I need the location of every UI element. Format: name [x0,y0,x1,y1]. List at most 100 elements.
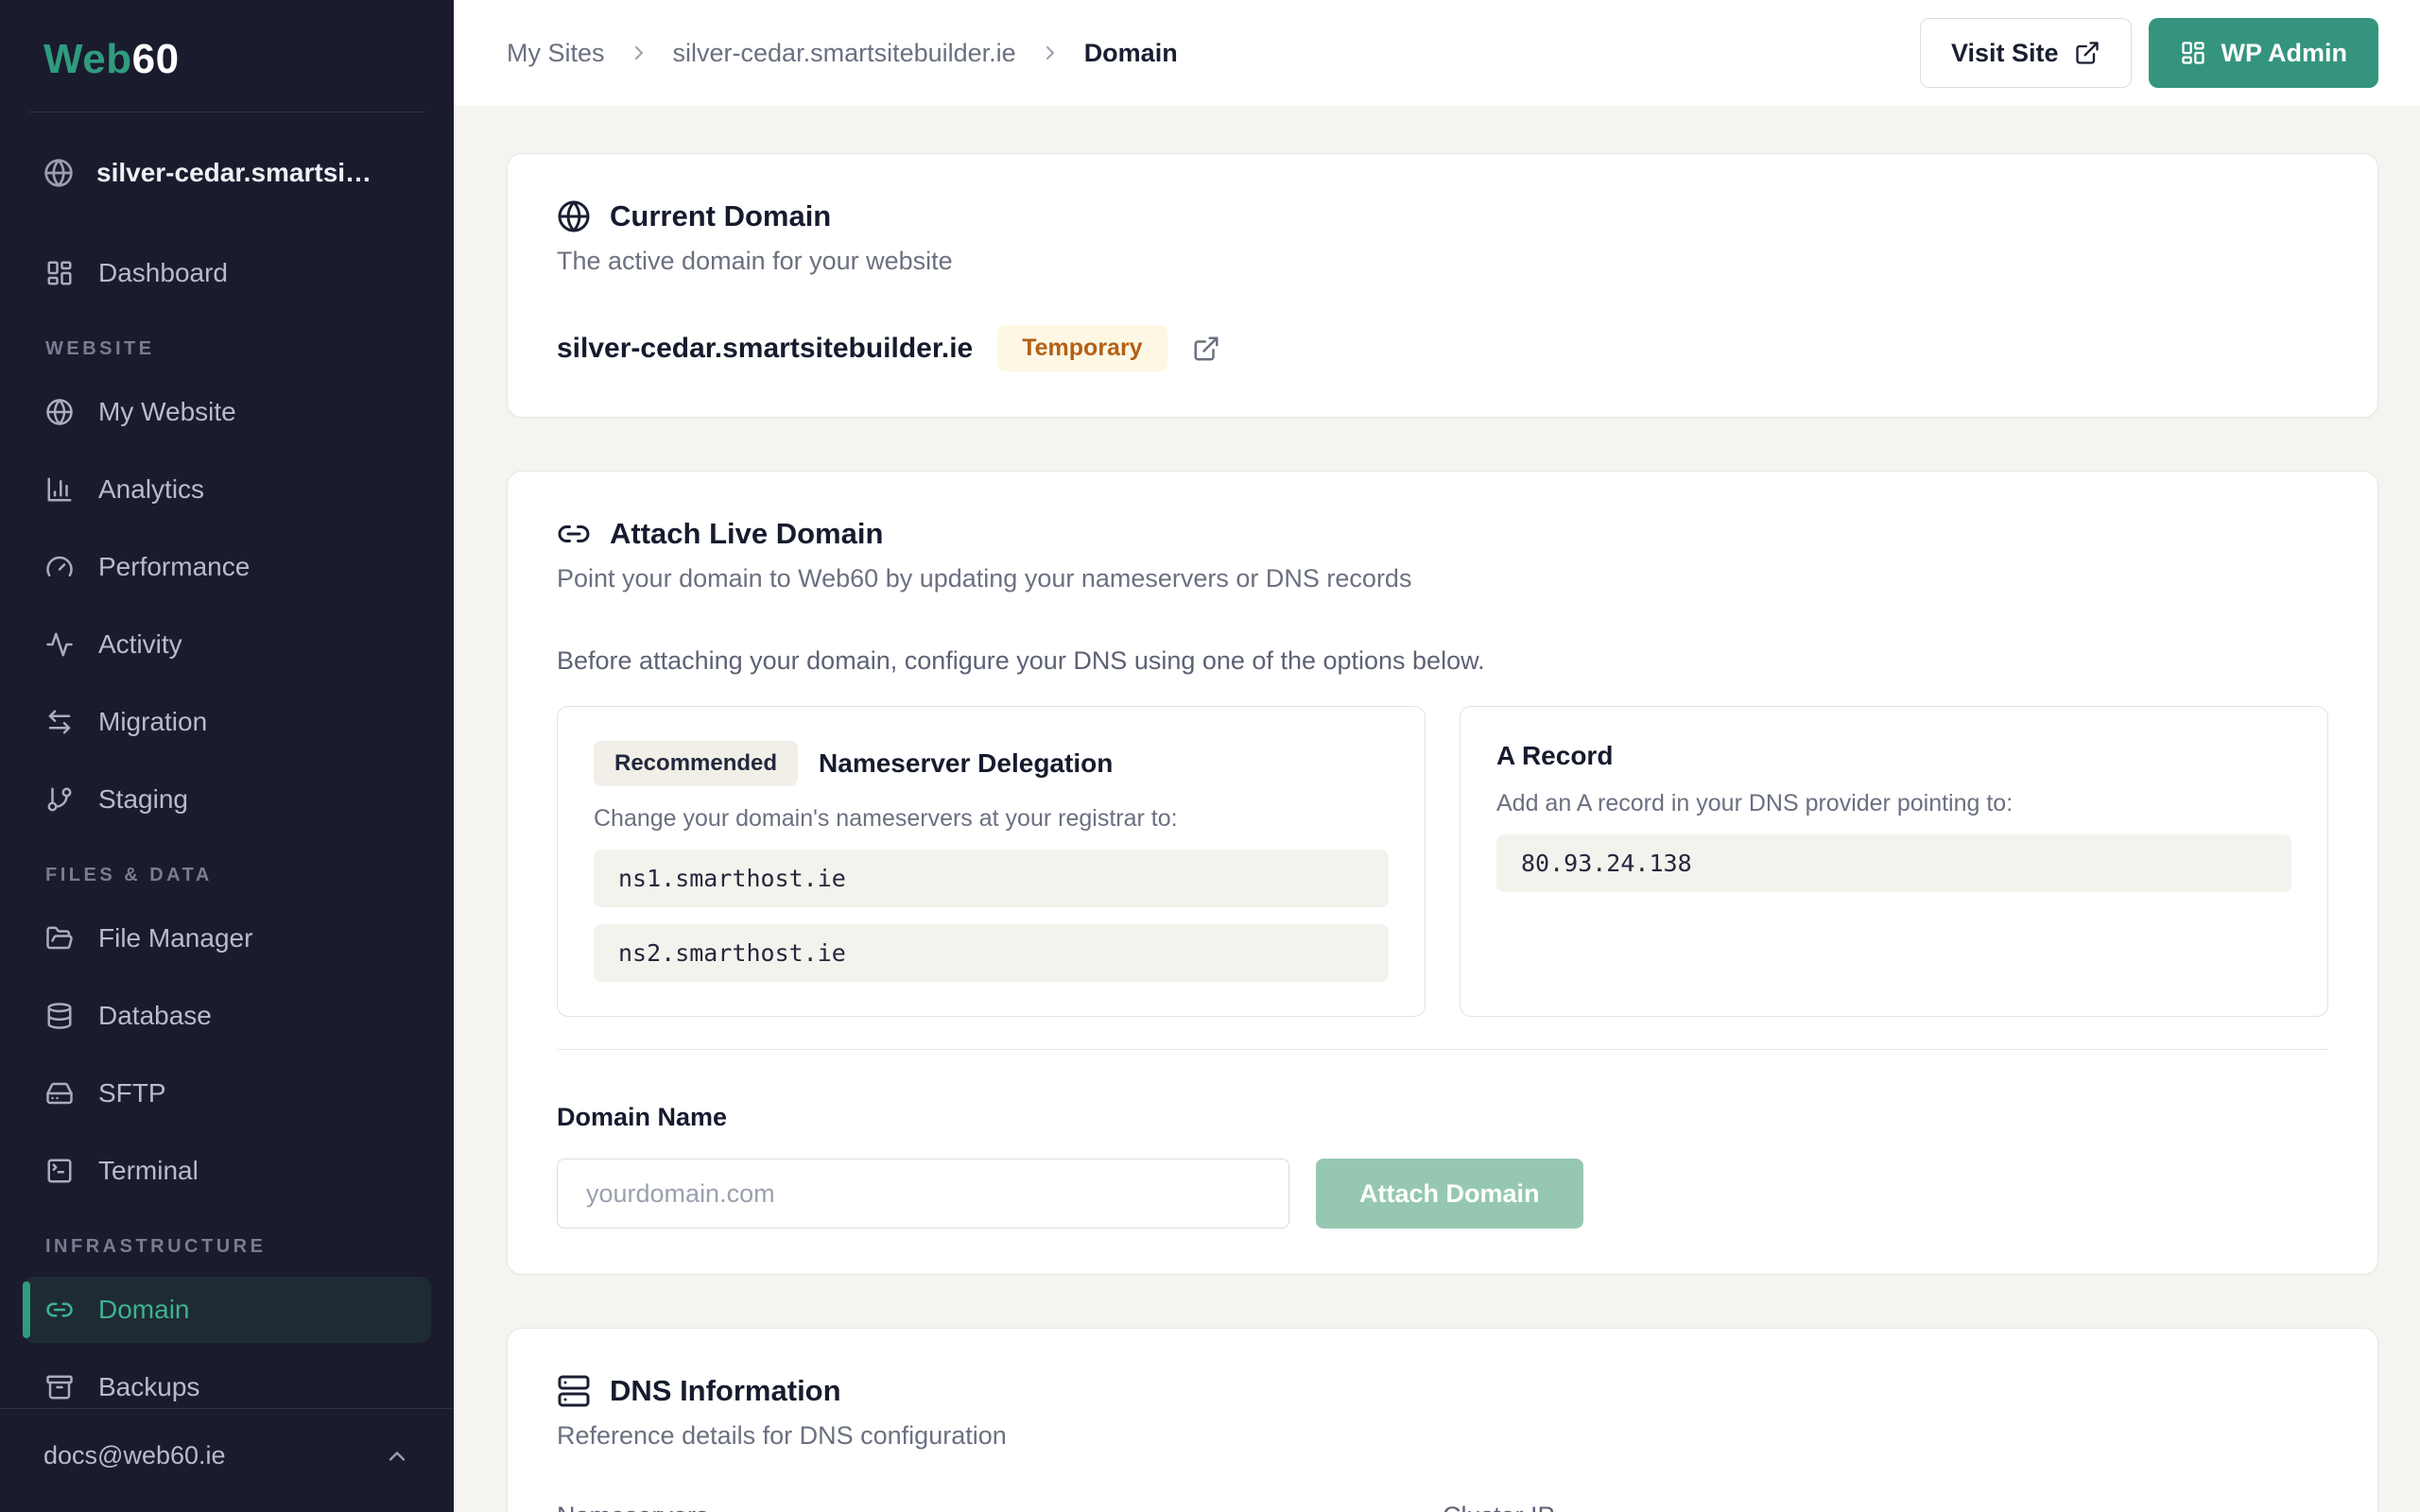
wp-admin-grid-icon [2180,40,2206,66]
git-branch-icon [45,785,74,814]
link-icon [557,517,591,551]
logo-part-60: 60 [132,36,180,82]
breadcrumb-site[interactable]: silver-cedar.smartsitebuilder.ie [673,39,1016,68]
card-subtitle: Point your domain to Web60 by updating y… [557,564,2328,593]
sidebar-item-database[interactable]: Database [23,983,431,1049]
chevron-right-icon [1039,42,1062,64]
breadcrumb-current-page: Domain [1084,39,1178,68]
form-divider [557,1049,2328,1050]
section-heading-files-data: FILES & DATA [45,865,408,886]
option-title: A Record [1496,741,1613,771]
external-link-icon [1192,335,1220,363]
sidebar-item-domain[interactable]: Domain [23,1277,431,1343]
dashboard-icon [45,259,74,287]
domain-name-input[interactable] [557,1159,1289,1228]
globe-icon [45,398,74,426]
sidebar-item-label: Terminal [98,1156,199,1186]
sidebar-nav: Dashboard WEBSITE My Website Analytics P… [0,219,454,1408]
database-icon [45,1002,74,1030]
sidebar-item-performance[interactable]: Performance [23,534,431,600]
app-logo: Web60 [0,0,454,112]
sidebar: Web60 silver-cedar.smartsi… Dashboard WE… [0,0,454,1512]
sidebar-item-terminal[interactable]: Terminal [23,1138,431,1204]
link-icon [45,1296,74,1324]
sidebar-item-analytics[interactable]: Analytics [23,456,431,523]
sidebar-item-my-website[interactable]: My Website [23,379,431,445]
current-site-selector[interactable]: silver-cedar.smartsi… [0,112,454,219]
card-subtitle: The active domain for your website [557,247,2328,276]
attach-domain-button[interactable]: Attach Domain [1316,1159,1583,1228]
account-footer[interactable]: docs@web60.ie [0,1408,454,1512]
card-subtitle: Reference details for DNS configuration [557,1421,2328,1451]
recommended-chip: Recommended [594,741,798,786]
a-record-option: A Record Add an A record in your DNS pro… [1460,706,2328,1017]
sidebar-item-label: Migration [98,707,207,737]
sidebar-item-label: Performance [98,552,250,582]
hard-drive-icon [45,1079,74,1108]
server-icon [557,1374,591,1408]
sidebar-item-backups[interactable]: Backups [23,1354,431,1408]
nameserver-2-value: ns2.smarthost.ie [594,924,1389,982]
folder-open-icon [45,924,74,953]
nameservers-column: Nameservers ns1.smarthost.ie [557,1502,1443,1512]
nameservers-label: Nameservers [557,1502,1443,1512]
a-record-ip-value: 80.93.24.138 [1496,834,2291,892]
attach-domain-form: Attach Domain [557,1159,2328,1228]
topbar-actions: Visit Site WP Admin [1920,18,2378,88]
sidebar-item-staging[interactable]: Staging [23,766,431,833]
gauge-icon [45,553,74,581]
sidebar-item-dashboard[interactable]: Dashboard [23,240,431,306]
sidebar-item-label: SFTP [98,1078,166,1108]
open-domain-link[interactable] [1192,335,1220,363]
active-domain-value: silver-cedar.smartsitebuilder.ie [557,333,973,365]
sidebar-item-label: Dashboard [98,258,228,288]
dns-options-intro: Before attaching your domain, configure … [557,646,2328,676]
logo-part-web: Web [43,36,132,82]
current-domain-card: Current Domain The active domain for you… [507,153,2378,418]
archive-box-icon [45,1373,74,1401]
sidebar-item-label: Analytics [98,474,204,505]
chevron-up-icon [384,1443,410,1469]
attach-live-domain-card: Attach Live Domain Point your domain to … [507,471,2378,1275]
domain-name-label: Domain Name [557,1103,2328,1132]
sidebar-item-label: Staging [98,784,188,815]
dns-details: Nameservers ns1.smarthost.ie Cluster IP … [557,1502,2328,1512]
nameserver-1-value: ns1.smarthost.ie [594,850,1389,907]
chevron-right-icon [628,42,650,64]
sidebar-item-label: Activity [98,629,182,660]
external-link-icon [2074,40,2100,66]
wp-admin-button[interactable]: WP Admin [2149,18,2379,88]
bar-chart-icon [45,475,74,504]
breadcrumb-my-sites[interactable]: My Sites [507,39,605,68]
breadcrumb: My Sites silver-cedar.smartsitebuilder.i… [507,39,1178,68]
cluster-ip-label: Cluster IP [1443,1502,2328,1512]
terminal-icon [45,1157,74,1185]
sidebar-item-file-manager[interactable]: File Manager [23,905,431,971]
sidebar-item-sftp[interactable]: SFTP [23,1060,431,1126]
sidebar-item-migration[interactable]: Migration [23,689,431,755]
temporary-badge: Temporary [997,325,1167,371]
section-heading-infrastructure: INFRASTRUCTURE [45,1236,408,1258]
option-description: Add an A record in your DNS provider poi… [1496,790,2291,817]
sidebar-item-label: Database [98,1001,212,1031]
option-description: Change your domain's nameservers at your… [594,805,1389,833]
activity-pulse-icon [45,630,74,659]
section-heading-website: WEBSITE [45,338,408,360]
card-title: Current Domain [610,199,831,233]
card-title: Attach Live Domain [610,517,883,551]
page-content: Current Domain The active domain for you… [454,106,2420,1512]
dns-information-card: DNS Information Reference details for DN… [507,1328,2378,1512]
sidebar-item-activity[interactable]: Activity [23,611,431,678]
visit-site-label: Visit Site [1951,39,2059,68]
nameserver-delegation-option: Recommended Nameserver Delegation Change… [557,706,1426,1017]
sidebar-item-label: My Website [98,397,236,427]
dns-options: Recommended Nameserver Delegation Change… [557,706,2328,1017]
globe-icon [557,199,591,233]
account-email: docs@web60.ie [43,1441,226,1470]
arrows-right-left-icon [45,708,74,736]
sidebar-item-label: Domain [98,1295,189,1325]
visit-site-button[interactable]: Visit Site [1920,18,2132,88]
wp-admin-label: WP Admin [2221,39,2348,68]
site-name: silver-cedar.smartsi… [96,158,372,188]
option-title: Nameserver Delegation [819,748,1113,779]
